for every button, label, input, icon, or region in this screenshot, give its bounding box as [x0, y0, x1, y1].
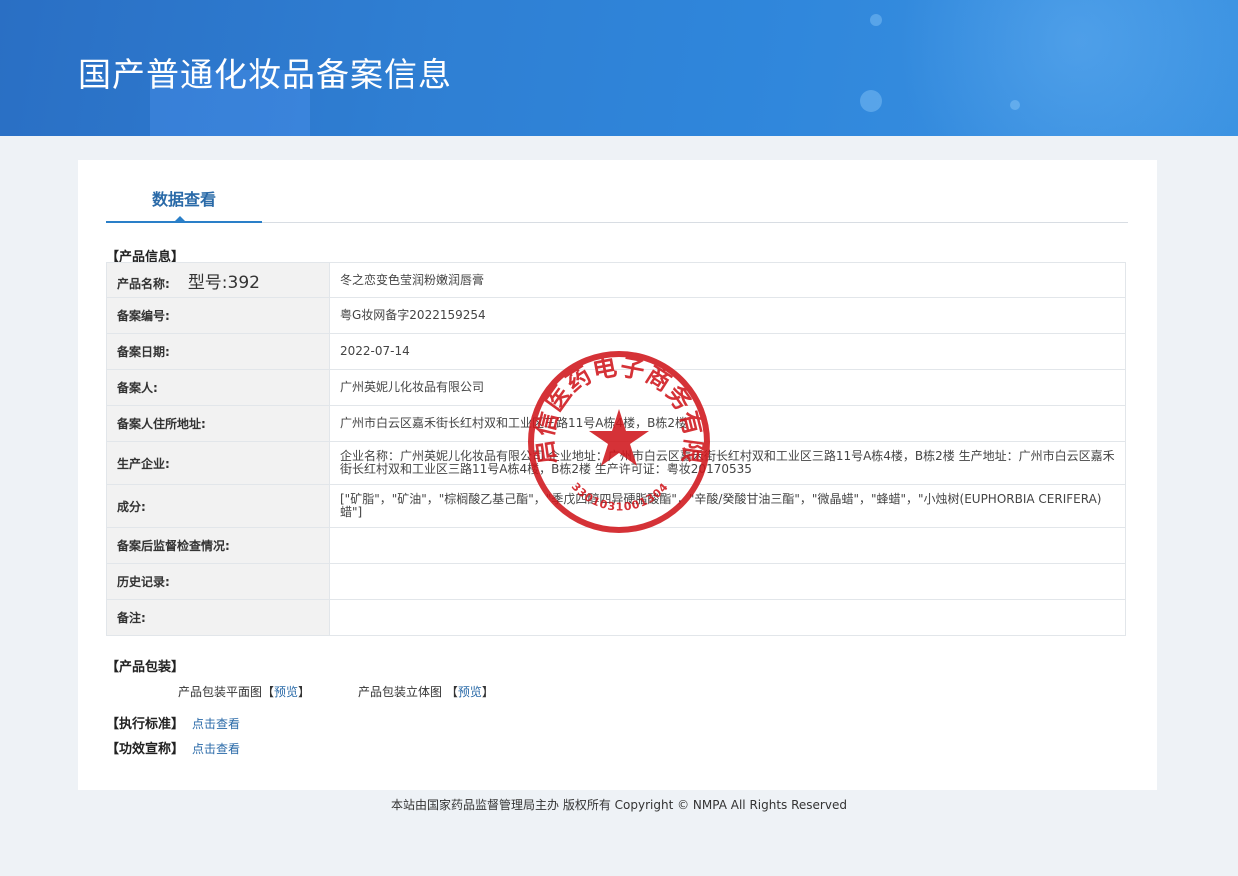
efficacy-heading: 【功效宣称】 点击查看 [106, 742, 241, 757]
row-value-product-name: 冬之恋变色莹润粉嫩润唇膏 [329, 262, 1126, 298]
tab-caret-icon [174, 216, 186, 222]
table-row: 生产企业: 企业名称：广州英妮儿化妆品有限公司 企业地址：广州市白云区嘉禾街长红… [106, 441, 1126, 485]
row-label-filing-date: 备案日期: [106, 333, 330, 370]
packaging-stereo-label: 产品包装立体图 [358, 685, 443, 699]
row-value-remarks [329, 599, 1126, 636]
banner-decoration [1010, 100, 1020, 110]
row-value-manufacturer: 企业名称：广州英妮儿化妆品有限公司 企业地址：广州市白云区嘉禾街长红村双和工业区… [329, 441, 1126, 485]
row-value-supervision [329, 527, 1126, 564]
row-value-history [329, 563, 1126, 600]
row-label-ingredients: 成分: [106, 484, 330, 528]
packaging-stereo-preview-link[interactable]: 预览 [458, 685, 482, 699]
standard-heading: 【执行标准】 点击查看 [106, 717, 241, 732]
standard-view-link[interactable]: 点击查看 [192, 717, 240, 731]
row-label-filer-address: 备案人住所地址: [106, 405, 330, 442]
banner-decoration [840, 0, 1238, 136]
row-value-filer-address: 广州市白云区嘉禾街长红村双和工业区三路11号A栋4楼，B栋2楼 [329, 405, 1126, 442]
table-row: 成分: ["矿脂"，"矿油"，"棕榈酸乙基己酯"，"季戊四醇四异硬脂酸酯"，"辛… [106, 484, 1126, 528]
page-title: 国产普通化妆品备案信息 [78, 55, 452, 94]
tab-bar: 数据查看 [106, 160, 1128, 223]
table-row: 备案后监督检查情况: [106, 527, 1126, 564]
table-row: 备案人住所地址: 广州市白云区嘉禾街长红村双和工业区三路11号A栋4楼，B栋2楼 [106, 405, 1126, 442]
row-label-history: 历史记录: [106, 563, 330, 600]
table-row: 历史记录: [106, 563, 1126, 600]
packaging-heading: 【产品包装】 [106, 660, 185, 675]
banner-decoration [870, 14, 882, 26]
row-value-filer: 广州英妮儿化妆品有限公司 [329, 369, 1126, 406]
table-row: 备案人: 广州英妮儿化妆品有限公司 [106, 369, 1126, 406]
row-label-supervision: 备案后监督检查情况: [106, 527, 330, 564]
packaging-flat-label: 产品包装平面图 [178, 685, 263, 699]
packaging-stereo-item: 产品包装立体图 【预览】 [358, 685, 494, 699]
packaging-flat-item: 产品包装平面图【预览】 [178, 685, 311, 699]
header-banner: 国产普通化妆品备案信息 [0, 0, 1238, 136]
tab-label: 数据查看 [151, 190, 216, 209]
content-panel: 数据查看 【产品信息】 产品名称: 型号:392 冬之恋变色莹润粉嫩润唇膏 备案编… [78, 160, 1157, 790]
row-label-manufacturer: 生产企业: [106, 441, 330, 485]
table-row: 产品名称: 型号:392 冬之恋变色莹润粉嫩润唇膏 [106, 262, 1126, 298]
product-info-table: 产品名称: 型号:392 冬之恋变色莹润粉嫩润唇膏 备案编号: 粤G妆网备字202… [106, 262, 1126, 636]
row-label-product-name: 产品名称: 型号:392 [106, 262, 330, 298]
row-value-filing-number: 粤G妆网备字2022159254 [329, 297, 1126, 334]
table-row: 备案编号: 粤G妆网备字2022159254 [106, 297, 1126, 334]
table-row: 备案日期: 2022-07-14 [106, 333, 1126, 370]
row-value-ingredients: ["矿脂"，"矿油"，"棕榈酸乙基己酯"，"季戊四醇四异硬脂酸酯"，"辛酸/癸酸… [329, 484, 1126, 528]
packaging-flat-preview-link[interactable]: 预览 [274, 685, 298, 699]
row-label-remarks: 备注: [106, 599, 330, 636]
tab-data-view[interactable]: 数据查看 [106, 160, 262, 223]
row-label-filer: 备案人: [106, 369, 330, 406]
efficacy-view-link[interactable]: 点击查看 [192, 742, 240, 756]
footer-copyright: 本站由国家药品监督管理局主办 版权所有 Copyright © NMPA All… [391, 798, 847, 812]
model-tag: 型号:392 [187, 272, 260, 293]
row-label-filing-number: 备案编号: [106, 297, 330, 334]
table-row: 备注: [106, 599, 1126, 636]
row-value-filing-date: 2022-07-14 [329, 333, 1126, 370]
banner-decoration [860, 90, 882, 112]
